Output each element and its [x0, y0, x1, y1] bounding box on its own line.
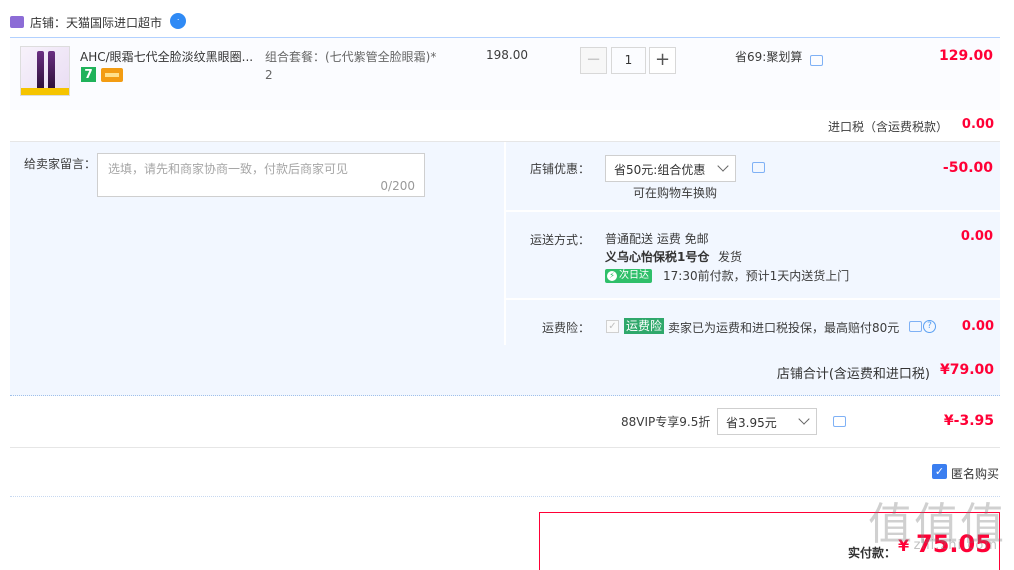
insurance-chat-icon[interactable] [909, 321, 922, 332]
store-icon [10, 16, 24, 28]
quantity-decrease-button[interactable]: − [580, 47, 607, 74]
vip-info-icon[interactable] [833, 416, 846, 427]
shipping-ship-word: 发货 [718, 250, 743, 264]
section-divider [10, 496, 1000, 497]
vip-discount-selected: 省3.95元 [726, 416, 777, 430]
shipping-method: 普通配送 运费 免邮 [605, 232, 709, 246]
promo-info-icon[interactable] [810, 55, 823, 66]
seller-message-input[interactable]: 选填，请先和商家协商一致，付款后商家可见 0/200 [97, 153, 425, 197]
shipping-value: 0.00 [960, 229, 993, 244]
insurance-label: 运费险： [542, 321, 591, 335]
unit-price: 198.00 [486, 48, 528, 62]
shop-discount-label: 店铺优惠： [530, 162, 591, 176]
shipping-panel [506, 212, 1000, 298]
shipping-label: 运送方式： [530, 233, 591, 247]
credit-card-icon [101, 68, 123, 82]
chevron-down-icon [717, 160, 729, 172]
insurance-tag: 运费险 [624, 318, 665, 334]
import-tax-label: 进口税（含运费税款） [827, 120, 948, 134]
seller-message-label: 给卖家留言： [24, 157, 97, 171]
shop-total-value: ¥79.00 [939, 362, 994, 378]
vip-discount-value: ¥-3.95 [943, 413, 994, 429]
insurance-checkbox[interactable]: ✓ [606, 320, 619, 333]
shop-discount-select[interactable]: 省50元:组合优惠 [605, 155, 736, 182]
import-tax-value: 0.00 [961, 117, 994, 132]
seller-message-counter: 0/200 [380, 179, 415, 193]
product-title[interactable]: AHC/眼霜七代全脸淡纹黑眼圈... [80, 48, 253, 65]
chevron-down-icon [798, 413, 810, 425]
anonymous-label[interactable]: 匿名购买 [951, 465, 999, 482]
lightning-icon: ⚡ [607, 271, 617, 281]
shop-discount-selected: 省50元:组合优惠 [614, 163, 706, 177]
insurance-value: 0.00 [961, 319, 994, 334]
help-icon[interactable]: ? [923, 320, 936, 333]
anonymous-checkbox[interactable]: ✓ [932, 464, 947, 479]
sku-info: 组合套餐：(七代紫管全脸眼霜)* [265, 50, 437, 64]
insurance-description: 卖家已为运费和进口税投保，最高赔付80元 [668, 321, 900, 335]
shipping-warehouse: 义乌心怡保税1号仓 [605, 250, 710, 264]
shop-total-label: 店铺合计(含运费和进口税) [776, 367, 930, 382]
next-day-delivery-badge: ⚡ 次日达 [605, 269, 652, 283]
quantity-increase-button[interactable]: + [649, 47, 676, 74]
delivery-eta: 17:30前付款，预计1天内送货上门 [663, 269, 850, 283]
vip-discount-select[interactable]: 省3.95元 [717, 408, 817, 435]
site-watermark-url: zhi.zhi.com [913, 538, 998, 553]
shop-discount-note: 可在购物车换购 [633, 186, 718, 200]
quantity-stepper: − 1 + [580, 47, 676, 74]
seven-day-return-icon: 7 [81, 67, 96, 82]
promo-label: 省69:聚划算 [735, 50, 803, 64]
store-name[interactable]: 店铺：天猫国际进口超市 [30, 14, 162, 31]
next-day-label: 次日达 [619, 270, 649, 281]
shop-discount-value: -50.00 [942, 160, 993, 176]
wangwang-chat-icon[interactable]: ᐧ [170, 13, 186, 29]
discount-info-icon[interactable] [752, 162, 765, 173]
vip-discount-label: 88VIP专享9.5折 [621, 415, 711, 429]
item-subtotal: 129.00 [938, 48, 993, 64]
section-divider [10, 447, 1000, 448]
seller-message-placeholder: 选填，请先和商家协商一致，付款后商家可见 [108, 162, 349, 176]
product-thumbnail[interactable] [20, 46, 70, 96]
quantity-input[interactable]: 1 [611, 47, 646, 74]
sku-info-quantity: 2 [265, 68, 273, 82]
